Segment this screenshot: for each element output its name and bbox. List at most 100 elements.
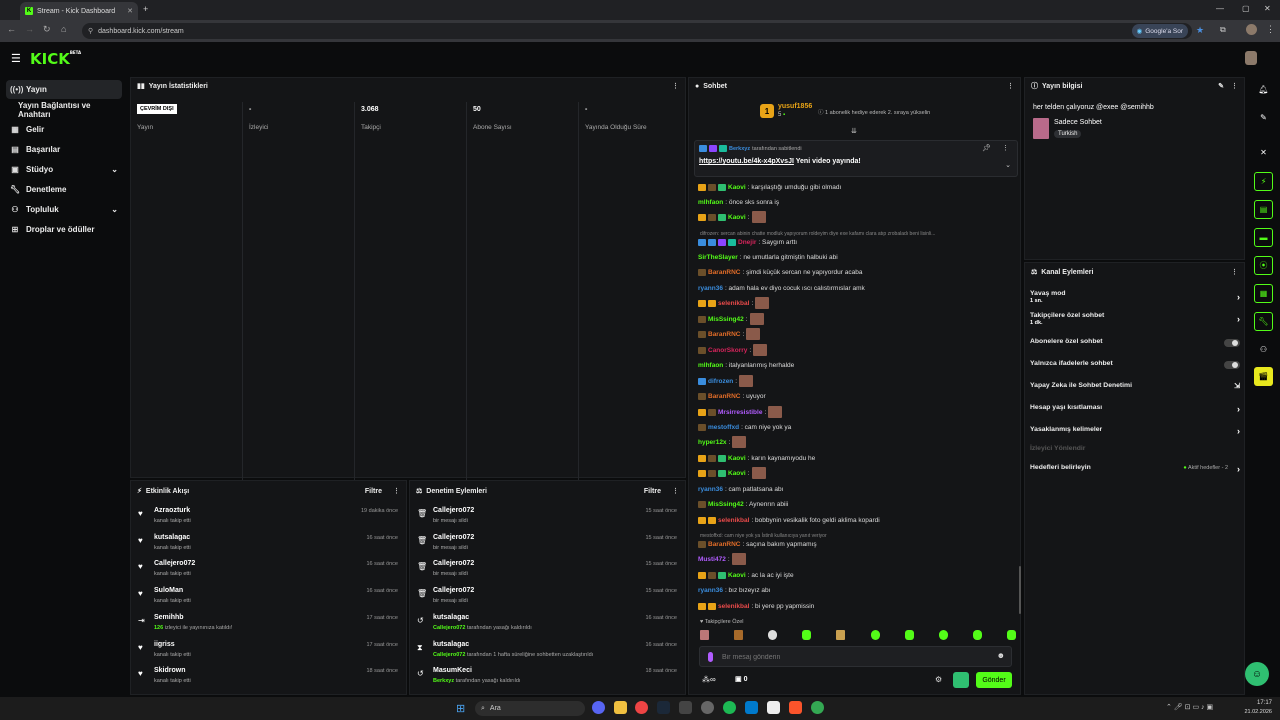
sidebar-item-droplar[interactable]: ⊞ Droplar ve ödüller — [6, 220, 122, 239]
steam-icon[interactable] — [657, 701, 670, 714]
activity-row[interactable]: ♥ kutsalagac kanalı takip etti 16 saat önce — [136, 534, 400, 556]
bookmark-star-icon[interactable]: ★ — [1196, 25, 1204, 36]
row-username[interactable]: SuloMan — [154, 587, 183, 594]
activity-filter-button[interactable]: Filtre — [365, 488, 382, 495]
chat-message[interactable]: hyper12x: — [698, 436, 1014, 448]
activity-row[interactable]: ♥ Callejero072 kanalı takip etti 16 saat ön… — [136, 560, 400, 582]
chat-username[interactable]: hyper12x — [698, 439, 727, 446]
activity-row[interactable]: ⇥ Semihhb 126 izleyici ile yayınınıza katı… — [136, 614, 400, 636]
notifications-bell-icon[interactable]: 🔔︎ — [1254, 80, 1273, 99]
chat-username[interactable]: BaranRNC — [708, 331, 741, 338]
sidebar-item-yayin[interactable]: ((•)) Yayın — [6, 80, 122, 99]
chat-message[interactable]: CanorSkorry: — [698, 344, 1014, 356]
chat-username[interactable]: difrozen — [708, 378, 733, 385]
sidebar-item-topluluk[interactable]: ⚇ Topluluk ⌄ — [6, 200, 122, 219]
row-username[interactable]: kutsalagac — [433, 614, 469, 621]
chat-message[interactable]: SirTheSlayer: ne umutlarla gitmiştin hal… — [698, 252, 1014, 262]
home-icon[interactable]: ⌂ — [61, 24, 66, 34]
gift-cta[interactable]: ⓘ 1 abonelik hediye ederek 2. sıraya yük… — [818, 108, 930, 116]
chat-message[interactable]: ryann36: cam patlatsana abı — [698, 484, 1014, 494]
emote-icon[interactable] — [802, 630, 812, 640]
brave-icon[interactable] — [789, 701, 802, 714]
ai-moderation-row[interactable]: Yapay Zeka ile Sohbet Denetimi ⇲ — [1030, 382, 1242, 390]
row-username[interactable]: Callejero072 — [433, 587, 474, 594]
browser-tab[interactable]: K Stream - Kick Dashboard ✕ — [20, 2, 138, 20]
row-username[interactable]: kutsalagac — [154, 534, 190, 541]
edit-pencil-icon[interactable]: ✎ — [1218, 82, 1224, 90]
moderation-row[interactable]: ↺ MasumKeci Berkxyz tarafından yasağı kald… — [415, 667, 679, 689]
more-options-icon[interactable]: ⋮ — [1231, 268, 1238, 276]
slow-mode-row[interactable]: Yavaş mod 1 sn. › — [1030, 290, 1242, 304]
chat-message[interactable]: Kaovi: karşılaştığı umduğu gibi olmadı — [698, 182, 1014, 192]
emotes-only-toggle[interactable] — [1224, 361, 1240, 369]
browser-menu-icon[interactable]: ⋮ — [1266, 24, 1275, 35]
hamburger-menu-icon[interactable]: ☰ — [11, 52, 21, 65]
chat-message[interactable]: MisSsing42: — [698, 313, 1014, 325]
pin-icon[interactable]: 📌︎ — [982, 144, 991, 152]
more-options-icon[interactable]: ⋮ — [1002, 144, 1009, 152]
chat-username[interactable]: selenikbal — [718, 300, 749, 307]
chat-username[interactable]: MisSsing42 — [708, 316, 744, 323]
chat-message[interactable]: Mrsirresistible: — [698, 406, 1014, 418]
chat-message[interactable]: BaranRNC: — [698, 328, 1014, 340]
moderation-filter-button[interactable]: Filtre — [644, 488, 661, 495]
banned-words-row[interactable]: Yasaklanmış kelimeler › — [1030, 426, 1242, 436]
chat-message[interactable]: MisSsing42: Aynenrın abiii — [698, 499, 1014, 509]
chat-username[interactable]: ryann36 — [698, 587, 723, 594]
file-explorer-icon[interactable] — [614, 701, 627, 714]
chrome-icon[interactable] — [635, 701, 648, 714]
chat-message[interactable]: Kaovi: ac la ac iyi işte — [698, 570, 1014, 580]
chat-message[interactable]: BaranRNC: şimdi küçük sercan ne yapıyord… — [698, 267, 1014, 277]
chat-username[interactable]: mlhfaon — [698, 199, 723, 206]
sidebar-item-gelir[interactable]: ▦ Gelir — [6, 120, 122, 139]
emote-icon[interactable] — [734, 630, 744, 640]
chat-message[interactable]: mlhfaon: önce sks sonra iş — [698, 197, 1014, 207]
chat-username[interactable]: mlhfaon — [698, 362, 723, 369]
layout-icon[interactable]: ▦ — [1254, 284, 1273, 303]
emote-icon[interactable] — [1006, 630, 1016, 640]
notion-icon[interactable] — [767, 701, 780, 714]
sidebar-item-denetleme[interactable]: 🔧︎ Denetleme — [6, 180, 122, 199]
activity-row[interactable]: ♥ SuloMan kanalı takip etti 16 saat önce — [136, 587, 400, 609]
chat-scrollbar[interactable] — [1019, 566, 1021, 614]
vscode-icon[interactable] — [745, 701, 758, 714]
moderation-row[interactable]: 🗑︎ Callejero072 bir mesajı sildi 15 saat ön… — [415, 507, 679, 529]
moderation-row[interactable]: ⧗ kutsalagac Callejero072 tarafından 1 haf… — [415, 641, 679, 663]
maximize-icon[interactable]: ▢ — [1242, 4, 1250, 13]
edit-icon[interactable]: ✎ — [1254, 108, 1273, 127]
emote-icon[interactable] — [768, 630, 778, 640]
chat-message[interactable]: ryann36: bız bızeyız abı — [698, 585, 1014, 595]
chat-username[interactable]: SirTheSlayer — [698, 254, 738, 261]
window-close-icon[interactable]: ✕ — [1264, 4, 1271, 13]
activity-row[interactable]: ♥ iigriss kanalı takip etti 17 saat önce — [136, 641, 400, 663]
url-bar[interactable]: ⚲ dashboard.kick.com/stream ◉ Google'a S… — [82, 23, 1192, 39]
help-chat-icon[interactable]: ☺ — [1245, 662, 1269, 686]
chat-message[interactable]: mestoffxd: cam niye yok ya — [698, 422, 1014, 432]
google-ask-button[interactable]: ◉ Google'a Sor — [1131, 24, 1188, 38]
emote-icon[interactable] — [836, 630, 846, 640]
lightning-icon[interactable]: ⚡︎ — [1254, 172, 1273, 191]
sidebar-item-stream-key[interactable]: Yayın Bağlantısı ve Anahtarı — [6, 100, 122, 119]
chat-username[interactable]: selenikbal — [718, 603, 749, 610]
pinned-by-user[interactable]: Berkxyz — [729, 146, 750, 152]
spotify-icon[interactable] — [723, 701, 736, 714]
row-username[interactable]: Callejero072 — [433, 534, 474, 541]
chrome-alt-icon[interactable] — [811, 701, 824, 714]
chat-username[interactable]: Musti472 — [698, 556, 726, 563]
activity-row[interactable]: ♥ Azraozturk kanalı takip etti 19 dakika ön… — [136, 507, 400, 529]
chat-input-box[interactable]: ☻ — [699, 646, 1012, 667]
moderation-row[interactable]: 🗑︎ Callejero072 bir mesajı sildi 15 saat ön… — [415, 560, 679, 582]
more-options-icon[interactable]: ⋮ — [1231, 82, 1238, 90]
chat-message[interactable]: Kaovi: karın kaynamıyodu he — [698, 453, 1014, 463]
close-icon[interactable]: ✕ — [1254, 143, 1273, 162]
broadcast-icon[interactable]: ⦿ — [1254, 256, 1273, 275]
sidebar-item-basarilar[interactable]: ▤ Başarılar — [6, 140, 122, 159]
emote-icon[interactable] — [904, 630, 914, 640]
tab-close-icon[interactable]: ✕ — [127, 7, 133, 15]
bits-icon[interactable]: ⁂∞ — [702, 675, 716, 684]
chat-settings-icon[interactable]: ⚙︎ — [935, 675, 942, 684]
chat-message-input[interactable] — [722, 650, 982, 664]
row-username[interactable]: Azraozturk — [154, 507, 190, 514]
obs-icon[interactable] — [701, 701, 714, 714]
chat-username[interactable]: ryann36 — [698, 486, 723, 493]
